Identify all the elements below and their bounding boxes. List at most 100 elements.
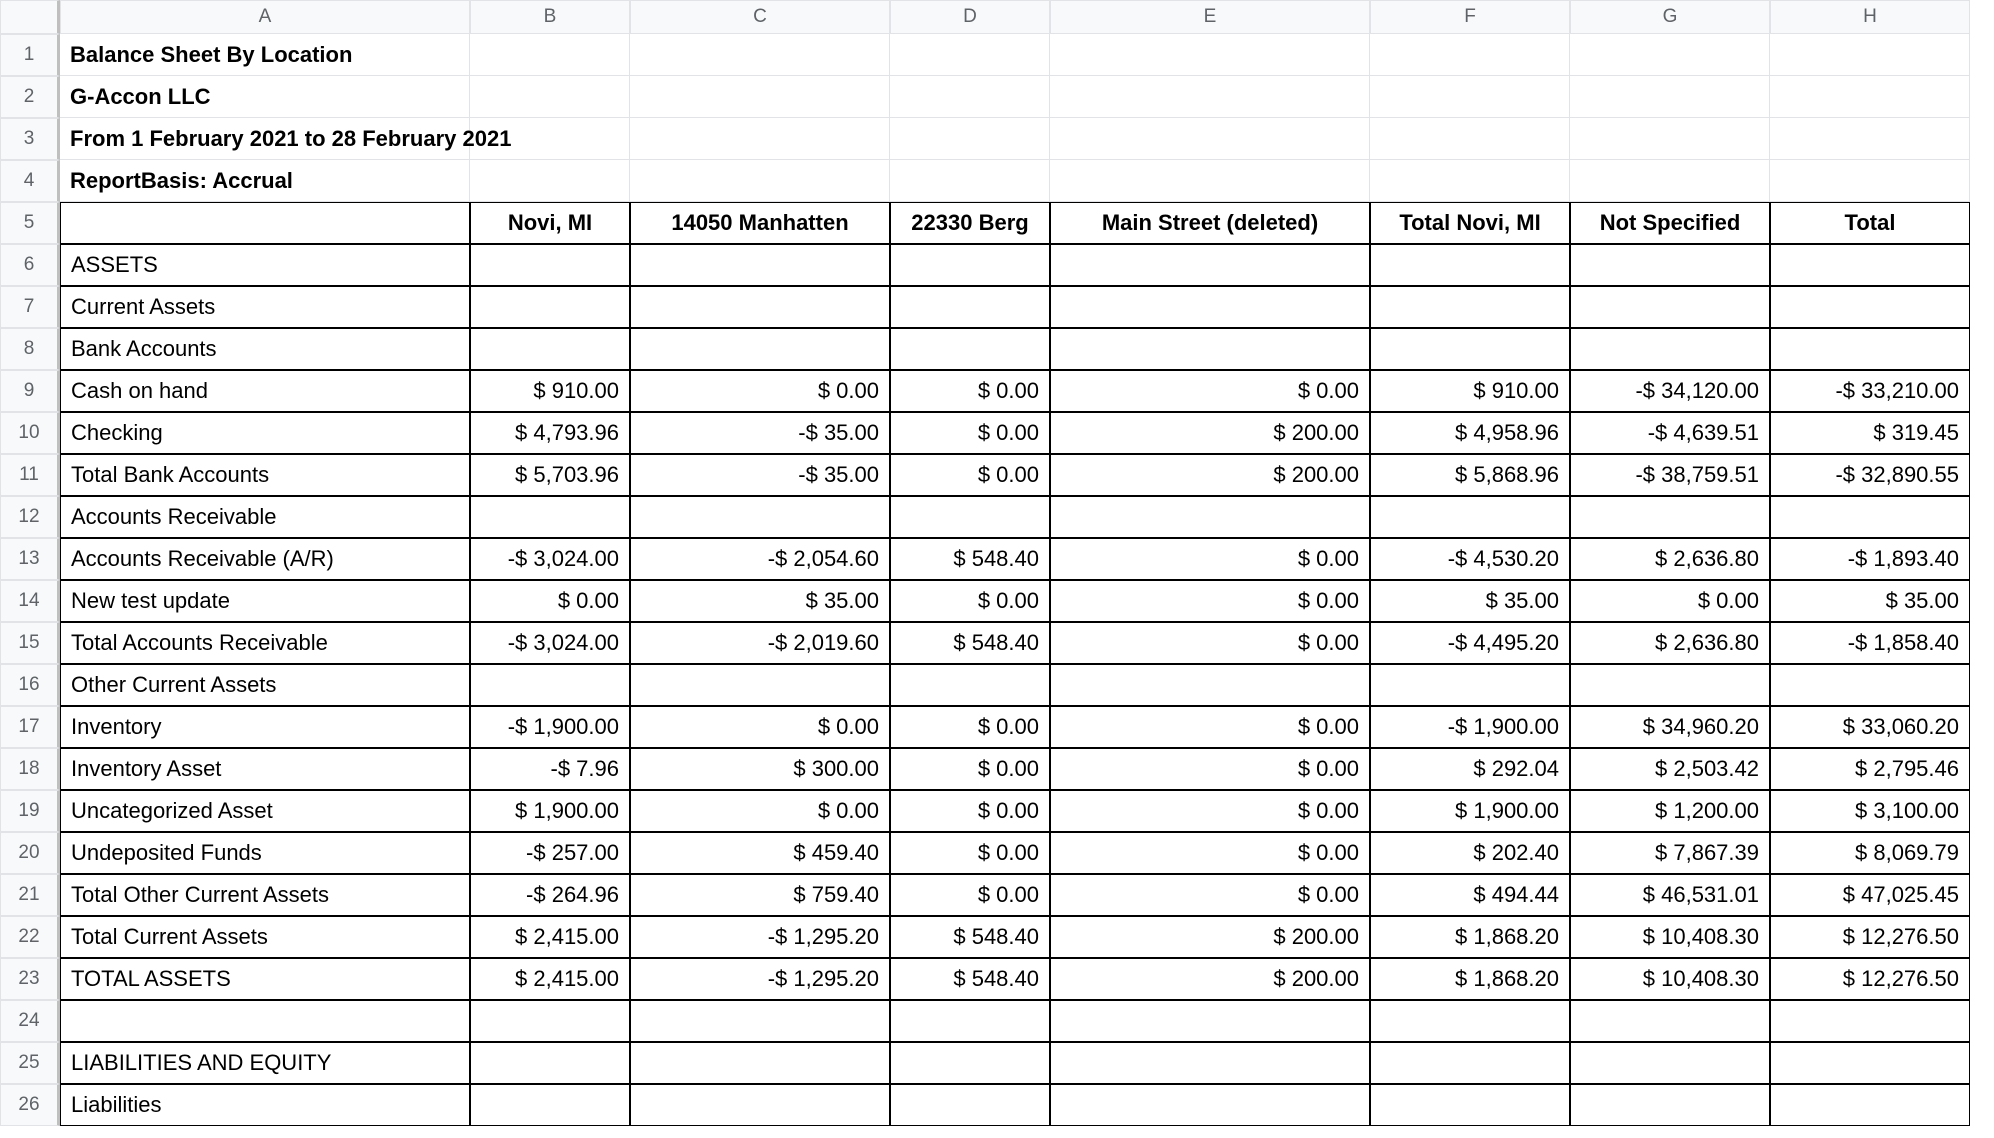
- cell-a11[interactable]: Total Bank Accounts: [60, 454, 470, 496]
- cell-c2[interactable]: [630, 76, 890, 118]
- row-header-14[interactable]: 14: [0, 580, 60, 622]
- cell-g16[interactable]: [1570, 664, 1770, 706]
- cell-g25[interactable]: [1570, 1042, 1770, 1084]
- cell-b14[interactable]: $ 0.00: [470, 580, 630, 622]
- cell-h8[interactable]: [1770, 328, 1970, 370]
- cell-a1[interactable]: Balance Sheet By Location: [60, 34, 470, 76]
- cell-a8[interactable]: Bank Accounts: [60, 328, 470, 370]
- spreadsheet-grid[interactable]: ABCDEFGH1Balance Sheet By Location2G-Acc…: [0, 0, 1970, 1126]
- cell-b6[interactable]: [470, 244, 630, 286]
- cell-b26[interactable]: [470, 1084, 630, 1126]
- cell-g26[interactable]: [1570, 1084, 1770, 1126]
- column-header-a[interactable]: A: [60, 0, 470, 34]
- cell-e20[interactable]: $ 0.00: [1050, 832, 1370, 874]
- cell-g11[interactable]: -$ 38,759.51: [1570, 454, 1770, 496]
- cell-f26[interactable]: [1370, 1084, 1570, 1126]
- row-header-18[interactable]: 18: [0, 748, 60, 790]
- cell-a7[interactable]: Current Assets: [60, 286, 470, 328]
- cell-e14[interactable]: $ 0.00: [1050, 580, 1370, 622]
- cell-b13[interactable]: -$ 3,024.00: [470, 538, 630, 580]
- cell-h9[interactable]: -$ 33,210.00: [1770, 370, 1970, 412]
- column-label-e[interactable]: Main Street (deleted): [1050, 202, 1370, 244]
- cell-a24[interactable]: [60, 1000, 470, 1042]
- cell-g19[interactable]: $ 1,200.00: [1570, 790, 1770, 832]
- cell-f13[interactable]: -$ 4,530.20: [1370, 538, 1570, 580]
- select-all-corner[interactable]: [0, 0, 60, 34]
- cell-g22[interactable]: $ 10,408.30: [1570, 916, 1770, 958]
- row-header-19[interactable]: 19: [0, 790, 60, 832]
- cell-h18[interactable]: $ 2,795.46: [1770, 748, 1970, 790]
- cell-a25[interactable]: LIABILITIES AND EQUITY: [60, 1042, 470, 1084]
- cell-f6[interactable]: [1370, 244, 1570, 286]
- cell-h19[interactable]: $ 3,100.00: [1770, 790, 1970, 832]
- cell-g21[interactable]: $ 46,531.01: [1570, 874, 1770, 916]
- cell-e15[interactable]: $ 0.00: [1050, 622, 1370, 664]
- cell-c16[interactable]: [630, 664, 890, 706]
- cell-a10[interactable]: Checking: [60, 412, 470, 454]
- cell-a22[interactable]: Total Current Assets: [60, 916, 470, 958]
- cell-d13[interactable]: $ 548.40: [890, 538, 1050, 580]
- cell-f24[interactable]: [1370, 1000, 1570, 1042]
- row-header-23[interactable]: 23: [0, 958, 60, 1000]
- cell-h12[interactable]: [1770, 496, 1970, 538]
- cell-h16[interactable]: [1770, 664, 1970, 706]
- cell-d12[interactable]: [890, 496, 1050, 538]
- row-header-9[interactable]: 9: [0, 370, 60, 412]
- cell-h10[interactable]: $ 319.45: [1770, 412, 1970, 454]
- cell-d17[interactable]: $ 0.00: [890, 706, 1050, 748]
- row-header-12[interactable]: 12: [0, 496, 60, 538]
- cell-h24[interactable]: [1770, 1000, 1970, 1042]
- cell-h4[interactable]: [1770, 160, 1970, 202]
- cell-f21[interactable]: $ 494.44: [1370, 874, 1570, 916]
- row-header-13[interactable]: 13: [0, 538, 60, 580]
- cell-d8[interactable]: [890, 328, 1050, 370]
- cell-a18[interactable]: Inventory Asset: [60, 748, 470, 790]
- cell-b17[interactable]: -$ 1,900.00: [470, 706, 630, 748]
- column-header-c[interactable]: C: [630, 0, 890, 34]
- column-header-g[interactable]: G: [1570, 0, 1770, 34]
- cell-d16[interactable]: [890, 664, 1050, 706]
- cell-c11[interactable]: -$ 35.00: [630, 454, 890, 496]
- cell-a6[interactable]: ASSETS: [60, 244, 470, 286]
- cell-c17[interactable]: $ 0.00: [630, 706, 890, 748]
- cell-g14[interactable]: $ 0.00: [1570, 580, 1770, 622]
- cell-e17[interactable]: $ 0.00: [1050, 706, 1370, 748]
- cell-h17[interactable]: $ 33,060.20: [1770, 706, 1970, 748]
- cell-g18[interactable]: $ 2,503.42: [1570, 748, 1770, 790]
- cell-g3[interactable]: [1570, 118, 1770, 160]
- cell-b15[interactable]: -$ 3,024.00: [470, 622, 630, 664]
- cell-c25[interactable]: [630, 1042, 890, 1084]
- column-header-e[interactable]: E: [1050, 0, 1370, 34]
- cell-c6[interactable]: [630, 244, 890, 286]
- cell-g20[interactable]: $ 7,867.39: [1570, 832, 1770, 874]
- cell-c23[interactable]: -$ 1,295.20: [630, 958, 890, 1000]
- cell-h21[interactable]: $ 47,025.45: [1770, 874, 1970, 916]
- cell-d26[interactable]: [890, 1084, 1050, 1126]
- cell-e24[interactable]: [1050, 1000, 1370, 1042]
- cell-d23[interactable]: $ 548.40: [890, 958, 1050, 1000]
- cell-e25[interactable]: [1050, 1042, 1370, 1084]
- cell-c12[interactable]: [630, 496, 890, 538]
- cell-g15[interactable]: $ 2,636.80: [1570, 622, 1770, 664]
- cell-f11[interactable]: $ 5,868.96: [1370, 454, 1570, 496]
- cell-e18[interactable]: $ 0.00: [1050, 748, 1370, 790]
- cell-e10[interactable]: $ 200.00: [1050, 412, 1370, 454]
- cell-d6[interactable]: [890, 244, 1050, 286]
- cell-b12[interactable]: [470, 496, 630, 538]
- cell-a3[interactable]: From 1 February 2021 to 28 February 2021: [60, 118, 470, 160]
- cell-a21[interactable]: Total Other Current Assets: [60, 874, 470, 916]
- cell-g13[interactable]: $ 2,636.80: [1570, 538, 1770, 580]
- cell-f1[interactable]: [1370, 34, 1570, 76]
- cell-d3[interactable]: [890, 118, 1050, 160]
- cell-f19[interactable]: $ 1,900.00: [1370, 790, 1570, 832]
- cell-e6[interactable]: [1050, 244, 1370, 286]
- cell-a20[interactable]: Undeposited Funds: [60, 832, 470, 874]
- cell-f9[interactable]: $ 910.00: [1370, 370, 1570, 412]
- cell-c10[interactable]: -$ 35.00: [630, 412, 890, 454]
- cell-f7[interactable]: [1370, 286, 1570, 328]
- cell-e8[interactable]: [1050, 328, 1370, 370]
- cell-c14[interactable]: $ 35.00: [630, 580, 890, 622]
- cell-a26[interactable]: Liabilities: [60, 1084, 470, 1126]
- cell-d18[interactable]: $ 0.00: [890, 748, 1050, 790]
- cell-g4[interactable]: [1570, 160, 1770, 202]
